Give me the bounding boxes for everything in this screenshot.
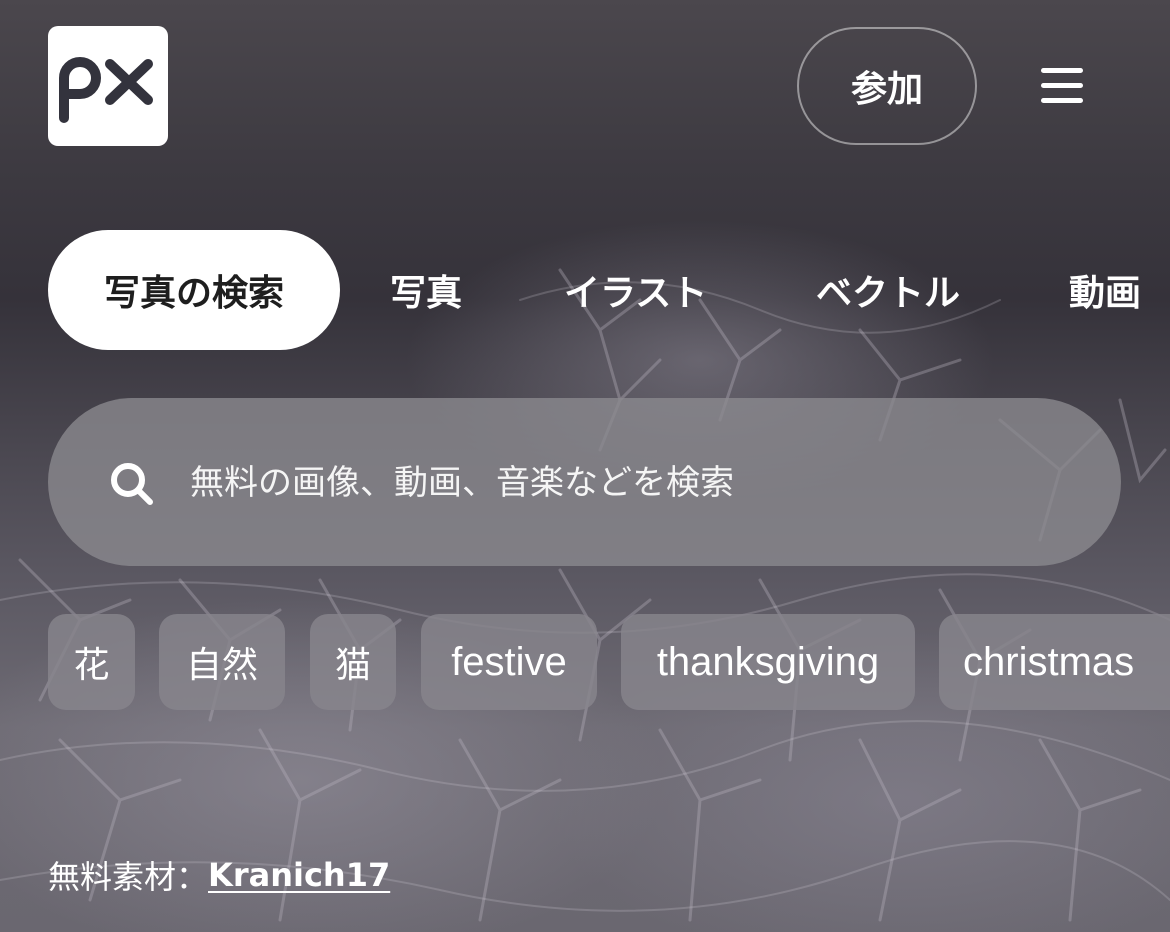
chip-thanksgiving[interactable]: thanksgiving	[621, 614, 915, 710]
hero-section: 参加 写真の検索 写真 イラスト ベクトル 動画 花 自然 猫 festive …	[0, 0, 1170, 932]
menu-bar	[1041, 98, 1083, 103]
search-icon[interactable]	[108, 460, 156, 508]
hamburger-menu-icon[interactable]	[1036, 62, 1088, 110]
logo-mark-icon	[59, 57, 153, 123]
chip-cat[interactable]: 猫	[310, 614, 396, 710]
chip-flower[interactable]: 花	[48, 614, 135, 710]
tab-illustrations[interactable]: イラスト	[564, 230, 707, 350]
credit-author-link[interactable]: Kranich17	[208, 856, 390, 894]
pixabay-logo[interactable]	[48, 26, 168, 146]
tab-videos[interactable]: 動画	[1069, 230, 1141, 350]
tab-vectors[interactable]: ベクトル	[816, 230, 960, 350]
tab-photos[interactable]: 写真	[390, 230, 462, 350]
chip-christmas[interactable]: christmas	[939, 614, 1170, 710]
menu-bar	[1041, 68, 1083, 73]
chip-nature[interactable]: 自然	[159, 614, 285, 710]
chip-festive[interactable]: festive	[421, 614, 597, 710]
credit-prefix: 無料素材：	[48, 858, 209, 896]
suggested-searches: 花 自然 猫 festive thanksgiving christmas	[48, 614, 1170, 710]
photo-credit: 無料素材： Kranich17	[48, 850, 390, 900]
menu-bar	[1041, 83, 1083, 88]
search-input[interactable]	[190, 448, 1070, 518]
join-button[interactable]: 参加	[797, 27, 977, 145]
tab-photo-search[interactable]: 写真の検索	[48, 230, 340, 350]
media-type-tabs: 写真の検索 写真 イラスト ベクトル 動画	[48, 230, 1170, 350]
